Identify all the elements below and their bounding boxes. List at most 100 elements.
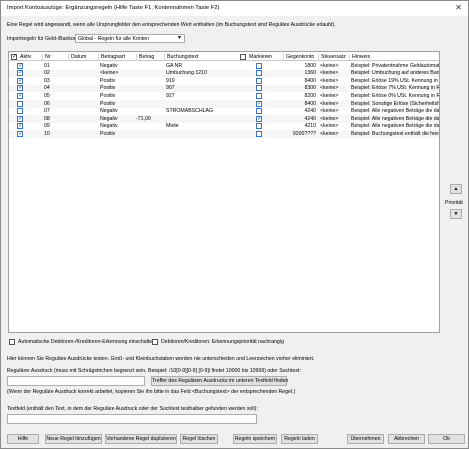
active-checkbox[interactable] — [17, 100, 23, 107]
cell-hinweis[interactable]: Beispiel: Erlöse 0% USt. Kennung in Re — [351, 93, 439, 99]
help-button[interactable]: Hilfe — [7, 434, 39, 444]
cell-nr[interactable]: 07 — [44, 108, 66, 114]
cell-gegen[interactable]: 9200???? — [285, 131, 316, 137]
cell-art[interactable]: Negativ — [100, 108, 134, 114]
cell-art[interactable]: Positiv — [100, 131, 134, 137]
save-rules-button[interactable]: Regeln speichern — [233, 434, 277, 444]
test-textfield[interactable] — [7, 414, 257, 424]
cell-steuer[interactable]: <keine> — [320, 78, 348, 84]
cell-nr[interactable]: 06 — [44, 101, 66, 107]
active-checkbox[interactable] — [17, 77, 23, 84]
header-mark-checkbox[interactable] — [240, 53, 246, 60]
cell-art[interactable]: Positiv — [100, 85, 134, 91]
mark-checkbox[interactable] — [256, 108, 262, 115]
cell-nr[interactable]: 04 — [44, 85, 66, 91]
col-datum[interactable]: Datum — [68, 54, 98, 61]
mark-checkbox[interactable] — [256, 130, 262, 137]
cell-text[interactable]: 927 — [166, 93, 238, 99]
mark-checkbox[interactable] — [256, 115, 262, 122]
delete-rule-button[interactable]: Regel löschen — [180, 434, 218, 444]
col-betragsart[interactable]: Betragsart — [98, 54, 136, 61]
cell-text[interactable]: Umbuchung 1210 — [166, 70, 238, 76]
active-checkbox[interactable] — [17, 108, 23, 115]
auto-debitor-checkbox[interactable] — [9, 339, 15, 345]
load-rules-button[interactable]: Regeln laden — [281, 434, 318, 444]
table-row[interactable]: 06 Positiv 8400 <keine> Beispiel: Sonstige E… — [9, 100, 439, 108]
mark-checkbox[interactable] — [256, 70, 262, 77]
table-row[interactable]: 10 Positiv 9200???? <keine>Beispiel: Buchun… — [9, 130, 439, 138]
cell-hinweis[interactable]: Beispiel: Privatentnahme Geldautomat (E — [351, 63, 439, 69]
find-regex-button[interactable]: Treffer des Regulären Ausdrucks im unter… — [151, 376, 288, 386]
mark-checkbox[interactable] — [256, 77, 262, 84]
cell-gegen[interactable]: 1800 — [285, 63, 316, 69]
col-nr[interactable]: Nr — [42, 54, 68, 61]
cell-hinweis[interactable]: Beispiel: Erlöse 19% USt. Kennung in Re — [351, 78, 439, 84]
table-row[interactable]: 09 Negativ Miete 4210 <keine>Beispiel: Alle … — [9, 122, 439, 131]
header-select-all-checkbox[interactable] — [11, 53, 17, 60]
cell-nr[interactable]: 10 — [44, 131, 66, 137]
active-checkbox[interactable] — [17, 122, 23, 130]
cell-gegen[interactable]: 8400 — [285, 101, 316, 107]
cell-art[interactable]: Negativ — [100, 63, 134, 69]
active-checkbox[interactable] — [17, 69, 23, 77]
active-checkbox[interactable] — [17, 92, 23, 99]
col-hinweis[interactable]: Hinweis — [349, 54, 439, 61]
import-rules-select[interactable]: Global - Regeln für alle Konten ▼ — [75, 34, 185, 43]
cell-nr[interactable]: 08 — [44, 116, 66, 122]
table-row[interactable]: 03 Positiv 919 8400 <keine>Beispiel: Erlöse … — [9, 77, 439, 85]
cell-nr[interactable]: 03 — [44, 78, 66, 84]
apply-button[interactable]: Übernehmen — [347, 434, 384, 444]
mark-checkbox[interactable] — [256, 123, 262, 130]
mark-checkbox[interactable] — [256, 62, 262, 69]
debitor-priority-checkbox[interactable] — [152, 339, 158, 345]
cell-art[interactable]: Positiv — [100, 78, 134, 84]
mark-checkbox[interactable] — [256, 85, 262, 92]
cell-text[interactable]: 919 — [166, 78, 238, 84]
cell-steuer[interactable]: <keine> — [320, 93, 348, 99]
cell-art[interactable]: Negativ — [100, 116, 134, 122]
cell-nr[interactable]: 02 — [44, 70, 66, 76]
regex-input[interactable] — [7, 376, 145, 386]
cell-gegen[interactable]: 1360 — [285, 70, 316, 76]
cell-art[interactable]: Positiv — [100, 101, 134, 107]
cancel-button[interactable]: Abbrechen — [388, 434, 425, 444]
col-markieren[interactable]: Markieren — [247, 54, 283, 61]
cell-nr[interactable]: 09 — [44, 123, 66, 129]
cell-art[interactable]: Positiv — [100, 93, 134, 99]
active-checkbox[interactable] — [17, 62, 23, 69]
cell-nr[interactable]: 05 — [44, 93, 66, 99]
cell-betrag[interactable]: -71,00 — [136, 116, 162, 122]
cell-art[interactable]: <keine> — [100, 70, 134, 76]
cell-gegen[interactable]: 4240 — [285, 116, 316, 122]
cell-gegen[interactable]: 8200 — [285, 93, 316, 99]
priority-up-button[interactable]: ▲ — [450, 184, 462, 194]
ok-button[interactable]: Ok — [428, 434, 465, 444]
cell-steuer[interactable]: <keine> — [320, 70, 348, 76]
cell-steuer[interactable]: <keine> — [320, 63, 348, 69]
cell-text[interactable]: STROMABSCHLAG — [166, 108, 238, 114]
cell-text[interactable]: Miete — [166, 123, 238, 129]
col-aktiv[interactable]: Aktiv — [18, 54, 40, 61]
cell-gegen[interactable]: 8300 — [285, 85, 316, 91]
rules-grid[interactable]: Aktiv Nr Datum Betragsart Betrag Buchung… — [8, 51, 440, 333]
active-checkbox[interactable] — [17, 115, 23, 122]
cell-hinweis[interactable]: Beispiel: Buchungstext enthält die hier … — [351, 131, 439, 137]
cell-steuer[interactable]: <keine> — [320, 85, 348, 91]
cell-hinweis[interactable]: Beispiel: Alle negativen Beträge die das… — [351, 116, 439, 122]
mark-checkbox[interactable] — [256, 92, 262, 99]
active-checkbox[interactable] — [17, 84, 23, 92]
close-icon[interactable]: ✕ — [455, 3, 462, 12]
active-checkbox[interactable] — [17, 130, 23, 137]
table-row[interactable]: 01 Negativ GA NR 1800 <keine>Beispiel: Priva… — [9, 62, 439, 70]
table-row[interactable]: 02<keine>Umbuchung 12101360<keine>Beispi… — [9, 69, 439, 78]
cell-gegen[interactable]: 8400 — [285, 78, 316, 84]
table-row[interactable]: 07 Negativ STROMABSCHLAG 4240 <keine> Beispie… — [9, 107, 439, 116]
cell-text[interactable]: GA NR — [166, 63, 238, 69]
cell-steuer[interactable]: <keine> — [320, 116, 348, 122]
cell-hinweis[interactable]: Beispiel: Sonstige Erlöse (Sicherheitsha… — [351, 101, 439, 107]
cell-steuer[interactable]: <keine> — [320, 101, 348, 107]
mark-checkbox[interactable] — [256, 100, 262, 107]
table-row[interactable]: 08 Negativ-71,00 4240 <keine>Beispiel: Alle… — [9, 115, 439, 123]
priority-down-button[interactable]: ▼ — [450, 209, 462, 219]
table-row[interactable]: 04 Positiv 907 8300 <keine>Beispiel: Erlöse … — [9, 84, 439, 93]
